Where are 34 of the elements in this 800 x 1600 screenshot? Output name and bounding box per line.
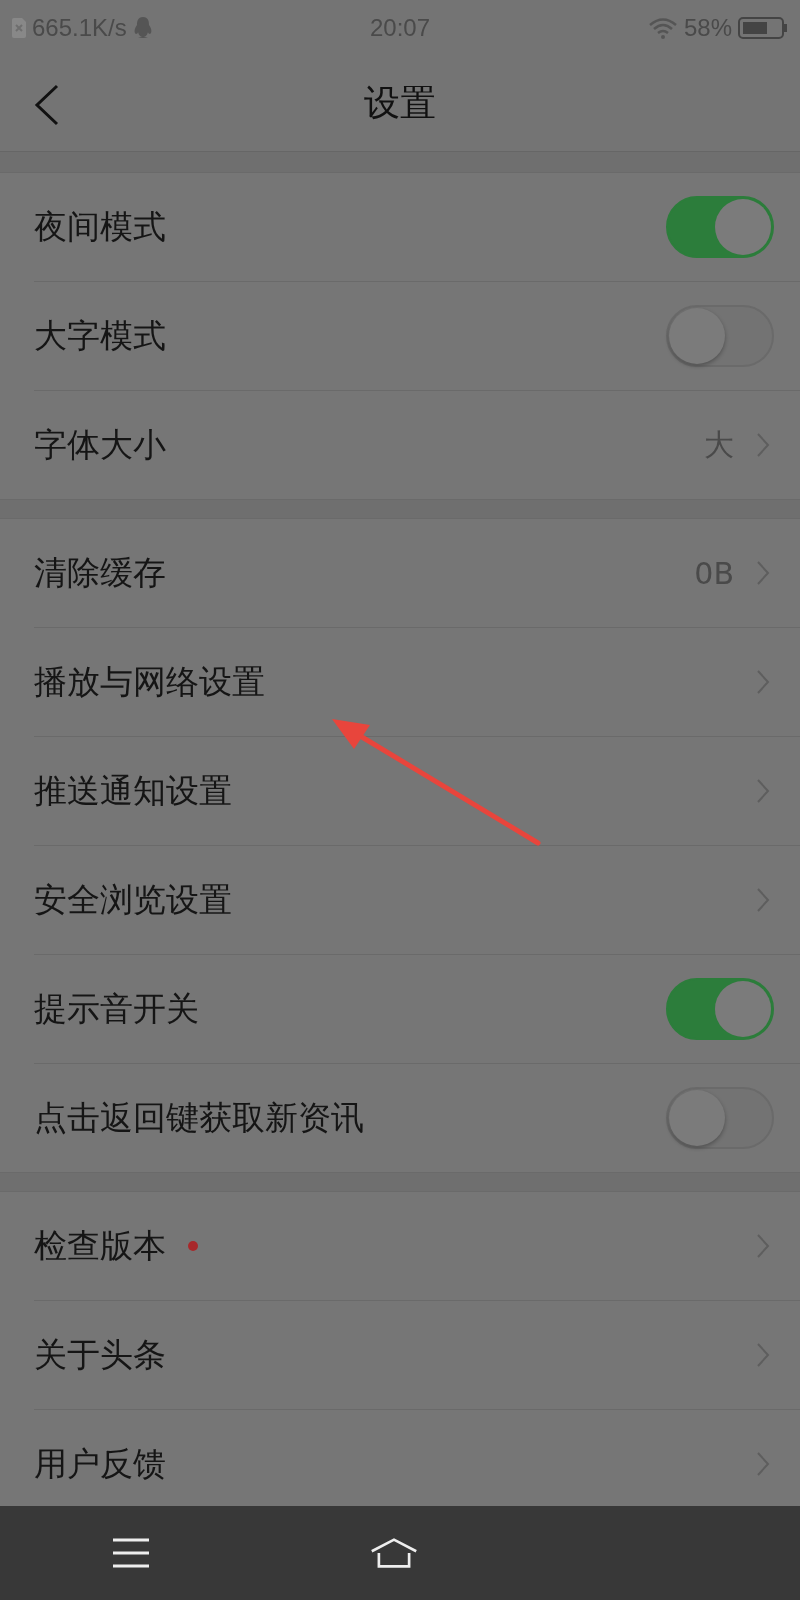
- setting-label: 播放与网络设置: [34, 660, 265, 703]
- toggle-switch[interactable]: [666, 978, 774, 1040]
- settings-row[interactable]: 关于头条: [34, 1301, 800, 1410]
- setting-label: 清除缓存: [34, 551, 166, 594]
- penguin-icon: [132, 16, 153, 39]
- setting-label: 关于头条: [34, 1333, 166, 1376]
- setting-label: 用户反馈: [34, 1442, 166, 1485]
- battery-icon: [738, 15, 788, 40]
- chevron-icon: [756, 1451, 770, 1477]
- setting-label: 提示音开关: [34, 987, 199, 1030]
- chevron-icon: [756, 560, 770, 586]
- page-title: 设置: [364, 80, 436, 125]
- settings-row[interactable]: 用户反馈: [34, 1410, 800, 1506]
- setting-label: 点击返回键获取新资讯: [34, 1096, 364, 1139]
- setting-label: 夜间模式: [34, 205, 166, 248]
- chevron-icon: [756, 1342, 770, 1368]
- settings-row[interactable]: 大字模式: [34, 282, 800, 391]
- chevron-icon: [756, 432, 770, 458]
- chevron-icon: [756, 1233, 770, 1259]
- setting-label: 推送通知设置: [34, 769, 232, 812]
- wifi-icon: [647, 16, 678, 39]
- settings-row[interactable]: 检查版本: [34, 1192, 800, 1301]
- settings-row[interactable]: 安全浏览设置: [34, 846, 800, 955]
- settings-row[interactable]: 点击返回键获取新资讯: [34, 1064, 800, 1172]
- setting-label: 检查版本: [34, 1224, 166, 1267]
- chevron-icon: [756, 778, 770, 804]
- setting-label: 字体大小: [34, 423, 166, 466]
- chevron-icon: [756, 887, 770, 913]
- settings-row[interactable]: 提示音开关: [34, 955, 800, 1064]
- setting-label: 安全浏览设置: [34, 878, 232, 921]
- chevron-icon: [756, 669, 770, 695]
- setting-label: 大字模式: [34, 314, 166, 357]
- sim-card-icon: [12, 17, 26, 38]
- settings-row[interactable]: 夜间模式: [34, 173, 800, 282]
